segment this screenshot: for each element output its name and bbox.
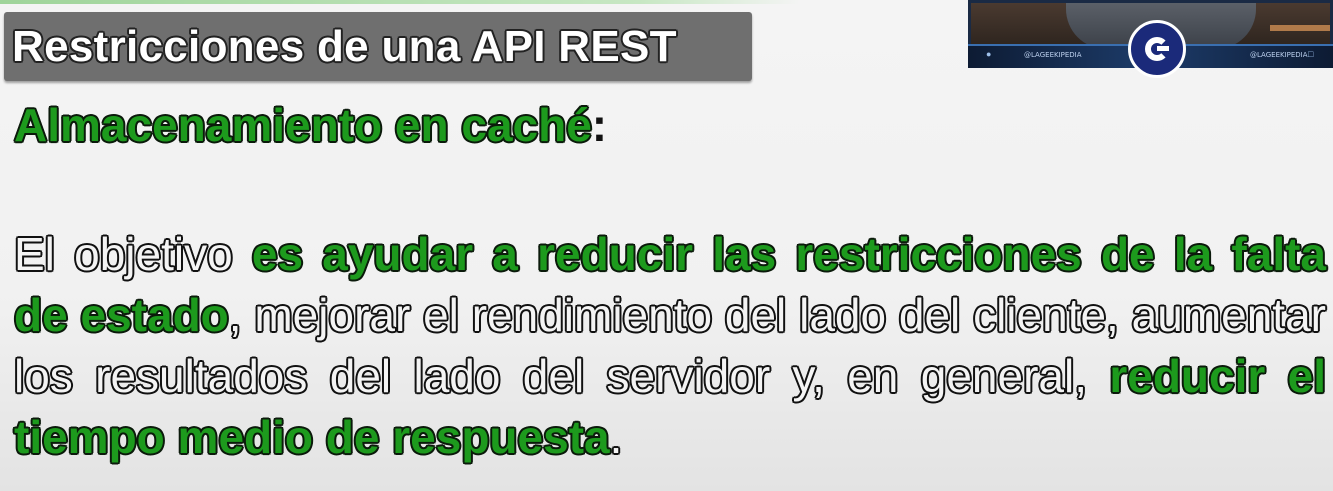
top-accent-line <box>0 0 800 4</box>
g-logo-icon <box>1145 37 1169 61</box>
instagram-icon: □ <box>1308 49 1314 59</box>
lageekipedia-logo <box>1128 20 1186 78</box>
background-shelf <box>1270 25 1330 31</box>
webcam-overlay: ● @LAGEEKIPEDIA @LAGEEKIPEDIA □ <box>968 0 1333 80</box>
social-handle-right: @LAGEEKIPEDIA <box>1250 51 1308 59</box>
twitter-icon: ● <box>986 49 992 59</box>
section-heading: Almacenamiento en caché: <box>14 98 607 152</box>
body-paragraph: El objetivo es ayudar a reducir las rest… <box>14 224 1326 468</box>
social-handle-left: @LAGEEKIPEDIA <box>1024 51 1082 59</box>
paragraph-period: . <box>609 411 623 463</box>
heading-highlight: Almacenamiento en caché <box>14 99 592 151</box>
slide-title: Restricciones de una API REST <box>12 22 677 71</box>
heading-colon: : <box>591 99 608 151</box>
title-bar: Restricciones de una API REST <box>4 12 752 81</box>
paragraph-segment: El objetivo <box>14 228 252 280</box>
